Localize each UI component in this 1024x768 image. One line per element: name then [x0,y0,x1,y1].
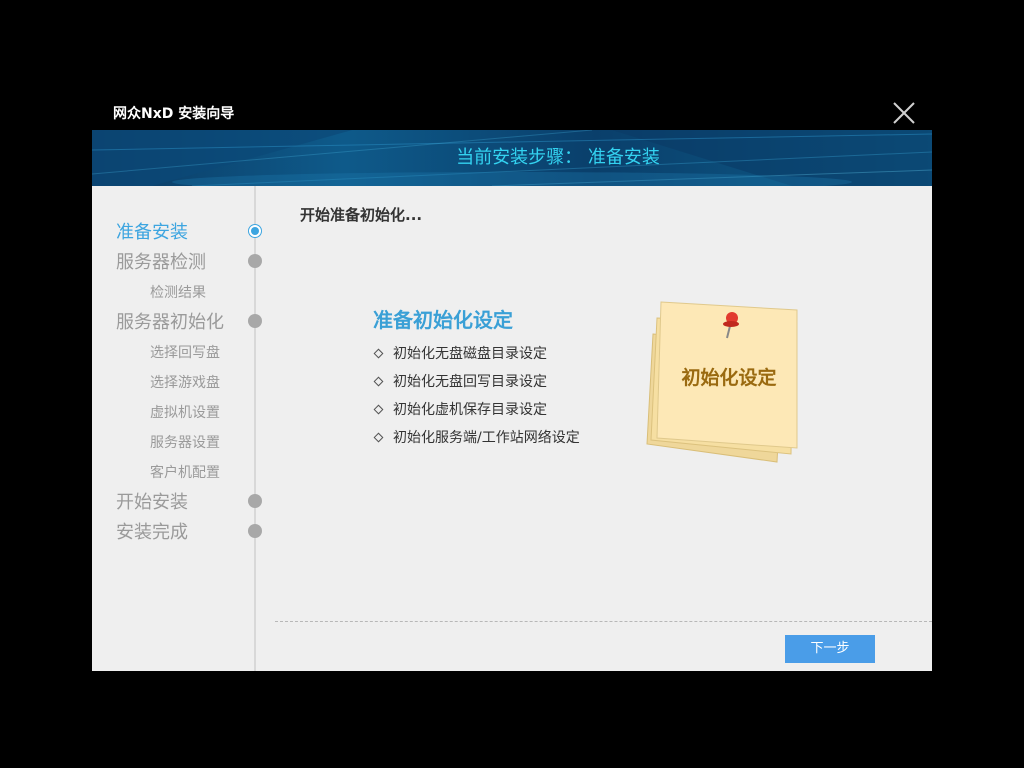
diamond-bullet-icon [373,348,384,359]
window-title: 网众NxD 安装向导 [113,106,235,122]
step-indicator-active [248,224,262,238]
footer-divider [275,621,932,622]
step-indicator [248,254,262,268]
diamond-bullet-icon [373,404,384,415]
step-server-check: 服务器检测 [116,252,206,273]
sticky-note-icon: 初始化设定 [646,301,798,463]
substep-check-result: 检测结果 [150,285,206,301]
note-text: 初始化设定 [681,366,776,389]
substep-server-settings: 服务器设置 [150,435,220,451]
next-button[interactable]: 下一步 [785,635,875,663]
status-header: 开始准备初始化... [300,206,423,224]
substep-vm-settings: 虚拟机设置 [150,405,220,421]
list-item: 初始化无盘回写目录设定 [373,372,580,400]
step-start-install: 开始安装 [116,492,188,513]
diamond-bullet-icon [373,376,384,387]
substep-client-config: 客户机配置 [150,465,220,481]
list-item: 初始化虚机保存目录设定 [373,400,580,428]
steps-sidebar: 准备安装 服务器检测 检测结果 服务器初始化 选择回写盘 选择游戏盘 虚拟机设置… [92,186,262,671]
section-title: 准备初始化设定 [373,308,513,332]
init-items-list: 初始化无盘磁盘目录设定 初始化无盘回写目录设定 初始化虚机保存目录设定 初始化服… [373,344,580,456]
content-panel: 准备安装 服务器检测 检测结果 服务器初始化 选择回写盘 选择游戏盘 虚拟机设置… [92,186,932,671]
substep-writeback-disk: 选择回写盘 [150,345,220,361]
banner: 当前安装步骤： 准备安装 [92,130,932,186]
list-item: 初始化无盘磁盘目录设定 [373,344,580,372]
step-indicator [248,524,262,538]
step-indicator [248,314,262,328]
list-item: 初始化服务端/工作站网络设定 [373,428,580,456]
step-install-complete: 安装完成 [116,522,188,543]
current-step-label: 当前安装步骤： 准备安装 [456,147,660,168]
step-indicator [248,494,262,508]
sticky-note: 初始化设定 [645,294,815,468]
close-button[interactable] [890,99,918,127]
diamond-bullet-icon [373,432,384,443]
step-prepare-install: 准备安装 [116,222,188,243]
close-icon [893,102,915,124]
step-server-init: 服务器初始化 [116,312,224,333]
substep-game-disk: 选择游戏盘 [150,375,220,391]
